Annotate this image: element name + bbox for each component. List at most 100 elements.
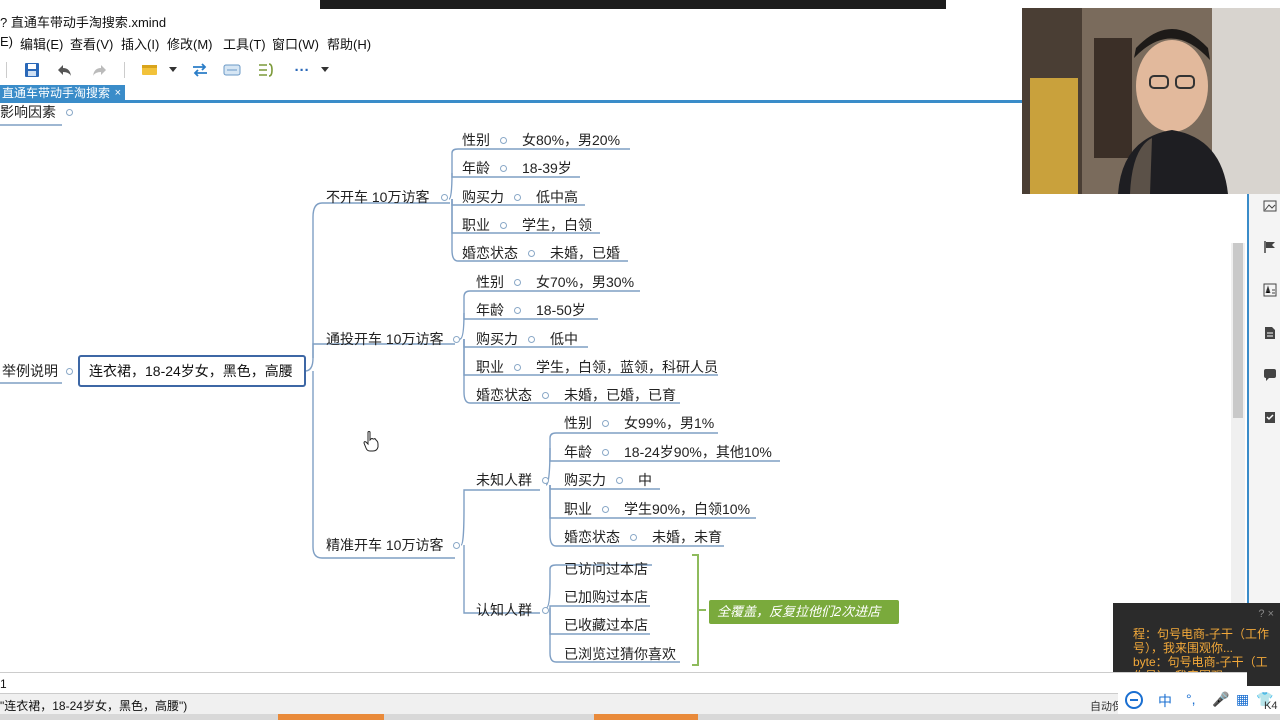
attr-value[interactable]: 女99%，男1% <box>624 414 714 432</box>
menu-view[interactable]: 查看(V) <box>70 34 113 53</box>
flag-icon[interactable] <box>1262 240 1278 256</box>
collapse-toggle[interactable] <box>528 250 535 257</box>
attr-value[interactable]: 低中高 <box>536 188 578 206</box>
summary-icon[interactable] <box>256 60 276 80</box>
attr-value[interactable]: 女80%，男20% <box>522 131 620 149</box>
collapse-toggle[interactable] <box>514 307 521 314</box>
collapse-toggle[interactable] <box>514 194 521 201</box>
ifly-icon[interactable] <box>1124 690 1144 710</box>
central-topic[interactable]: 连衣裙，18-24岁女，黑色，高腰 <box>78 355 306 387</box>
collapse-toggle[interactable] <box>630 534 637 541</box>
collapse-toggle[interactable] <box>453 542 460 549</box>
list-item[interactable]: 已浏览过猜你喜欢 <box>564 645 676 663</box>
topic-style-icon[interactable] <box>140 60 160 80</box>
attr-key[interactable]: 性别 <box>564 414 592 432</box>
redo-icon[interactable] <box>89 60 109 80</box>
attr-key[interactable]: 购买力 <box>476 330 518 348</box>
attr-key[interactable]: 职业 <box>564 500 592 518</box>
topic-influencing-factors[interactable]: 影响因素 <box>0 103 56 121</box>
chevron-down-icon[interactable] <box>166 60 180 80</box>
attr-value[interactable]: 女70%，男30% <box>536 273 634 291</box>
microphone-icon[interactable]: 🎤 <box>1212 691 1229 708</box>
attr-key[interactable]: 婚恋状态 <box>564 528 620 546</box>
collapse-toggle[interactable] <box>514 364 521 371</box>
attr-key[interactable]: 职业 <box>476 358 504 376</box>
menu-edit[interactable]: 编辑(E) <box>20 34 63 53</box>
attr-value[interactable]: 低中 <box>550 330 578 348</box>
summary-topic[interactable]: 全覆盖，反复拉他们2次进店 <box>709 600 899 624</box>
collapse-toggle[interactable] <box>500 222 507 229</box>
branch-no-ads[interactable]: 不开车 10万访客 <box>326 188 429 206</box>
save-icon[interactable] <box>22 60 42 80</box>
collapse-toggle[interactable] <box>602 420 609 427</box>
collapse-toggle[interactable] <box>500 165 507 172</box>
group-known-audience[interactable]: 认知人群 <box>476 601 532 619</box>
collapse-toggle[interactable] <box>542 392 549 399</box>
branch-broad-ads[interactable]: 通投开车 10万访客 <box>326 330 443 348</box>
branch-precise-ads[interactable]: 精准开车 10万访客 <box>326 536 443 554</box>
more-icon[interactable]: ··· <box>291 60 313 80</box>
attr-key[interactable]: 购买力 <box>564 471 606 489</box>
close-icon[interactable]: ? × <box>1258 607 1274 621</box>
collapse-toggle[interactable] <box>500 137 507 144</box>
boundary-icon[interactable] <box>222 60 242 80</box>
list-item[interactable]: 已收藏过本店 <box>564 616 648 634</box>
grid-icon[interactable]: ▦ <box>1236 691 1249 708</box>
attr-value[interactable]: 学生，白领，蓝领，科研人员 <box>536 358 718 376</box>
chevron-down-icon[interactable] <box>318 60 332 80</box>
close-icon[interactable]: × <box>115 85 121 101</box>
task-icon[interactable] <box>1262 410 1278 426</box>
punctuation-icon[interactable]: °, <box>1186 691 1196 707</box>
menu-insert[interactable]: 插入(I) <box>121 34 159 53</box>
collapse-toggle[interactable] <box>441 194 448 201</box>
collapse-toggle[interactable] <box>616 477 623 484</box>
attr-key[interactable]: 婚恋状态 <box>476 386 532 404</box>
comment-icon[interactable] <box>1262 368 1278 384</box>
attr-key[interactable]: 年龄 <box>564 443 592 461</box>
list-item[interactable]: 已访问过本店 <box>564 560 648 578</box>
attr-value[interactable]: 18-24岁90%，其他10% <box>624 443 772 461</box>
collapse-toggle[interactable] <box>542 607 549 614</box>
notes-icon[interactable] <box>1262 326 1278 342</box>
attr-value[interactable]: 18-39岁 <box>522 159 572 177</box>
menu-tools[interactable]: 工具(T) <box>223 34 266 53</box>
attr-value[interactable]: 未婚，已婚 <box>550 244 620 262</box>
collapse-toggle[interactable] <box>514 279 521 286</box>
undo-icon[interactable] <box>55 60 75 80</box>
attr-value[interactable]: 学生，白领 <box>522 216 592 234</box>
menu-modify[interactable]: 修改(M) <box>167 34 213 53</box>
attr-value[interactable]: 未婚，已婚，已育 <box>564 386 676 404</box>
topic-example[interactable]: 举例说明 <box>2 362 58 380</box>
attr-key[interactable]: 性别 <box>476 273 504 291</box>
command-input[interactable]: 1 <box>0 672 1247 694</box>
attr-value[interactable]: 未婚，未育 <box>652 528 722 546</box>
ime-language-toggle[interactable]: 中 <box>1158 691 1172 711</box>
collapse-toggle[interactable] <box>602 506 609 513</box>
menu-file[interactable]: E) <box>0 34 13 49</box>
collapse-toggle[interactable] <box>453 336 460 343</box>
collapse-toggle[interactable] <box>602 449 609 456</box>
tab-document[interactable]: 直通车带动手淘搜索 × <box>0 85 125 101</box>
scrollbar-thumb[interactable] <box>1233 243 1243 418</box>
relationship-icon[interactable] <box>190 60 210 80</box>
menu-window[interactable]: 窗口(W) <box>272 34 319 53</box>
image-icon[interactable] <box>1262 199 1278 215</box>
menu-help[interactable]: 帮助(H) <box>327 34 371 53</box>
group-unknown-audience[interactable]: 未知人群 <box>476 471 532 489</box>
attr-key[interactable]: 年龄 <box>462 159 490 177</box>
collapse-toggle[interactable] <box>66 368 73 375</box>
attr-key[interactable]: 性别 <box>462 131 490 149</box>
collapse-toggle[interactable] <box>66 109 73 116</box>
attr-key[interactable]: 购买力 <box>462 188 504 206</box>
attr-value[interactable]: 18-50岁 <box>536 301 586 319</box>
attr-value[interactable]: 学生90%，白领10% <box>624 500 750 518</box>
text-format-icon[interactable] <box>1262 283 1278 299</box>
attr-key[interactable]: 婚恋状态 <box>462 244 518 262</box>
collapse-toggle[interactable] <box>528 336 535 343</box>
attr-value[interactable]: 中 <box>638 471 652 489</box>
attr-key[interactable]: 年龄 <box>476 301 504 319</box>
attr-key[interactable]: 职业 <box>462 216 490 234</box>
collapse-toggle[interactable] <box>542 477 549 484</box>
window-title: ? 直通车带动手淘搜索.xmind <box>0 15 167 30</box>
list-item[interactable]: 已加购过本店 <box>564 588 648 606</box>
